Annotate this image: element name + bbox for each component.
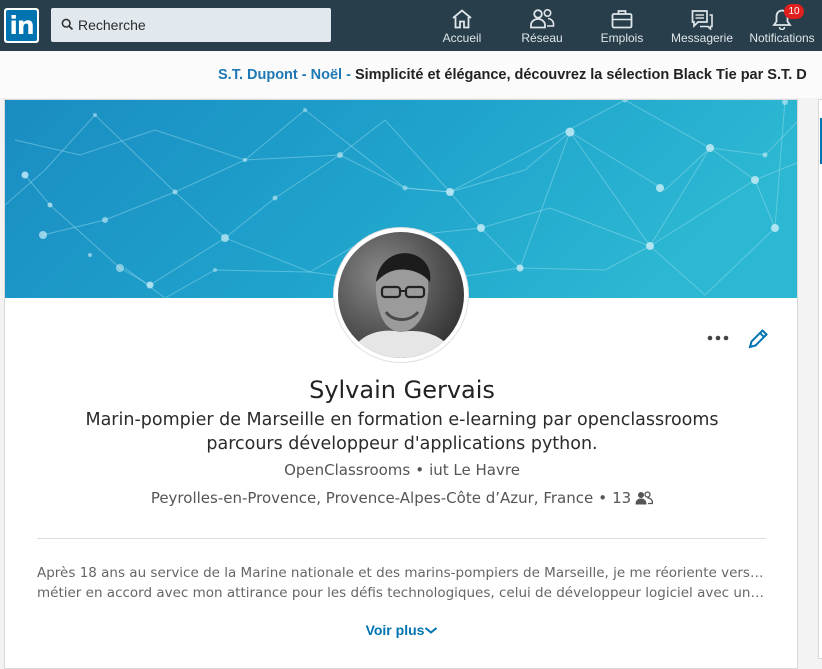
top-navbar: in Accueil Réseau Emplois Messagerie — [0, 0, 822, 51]
profile-card: Sylvain Gervais Marin-pompier de Marseil… — [4, 99, 798, 669]
nav-item-messaging[interactable]: Messagerie — [666, 0, 738, 51]
connections-icon — [635, 491, 654, 509]
nav-item-network[interactable]: Réseau — [512, 0, 572, 51]
profile-headline: Marin-pompier de Marseille en formation … — [85, 410, 719, 454]
see-more-label: Voir plus — [365, 622, 425, 638]
search-input[interactable] — [78, 8, 323, 42]
see-more-button[interactable]: Voir plus — [5, 622, 797, 638]
notification-count-badge: 10 — [784, 4, 804, 19]
nav-label-home: Accueil — [442, 31, 482, 45]
nav-item-jobs[interactable]: Emplois — [592, 0, 652, 51]
profile-affiliations: OpenClassrooms • iut Le Havre — [5, 461, 797, 479]
school-link[interactable]: iut Le Havre — [429, 461, 520, 479]
nav-item-home[interactable]: Accueil — [432, 0, 492, 51]
summary-line: Après 18 ans au service de la Marine nat… — [37, 565, 766, 581]
nav-item-notifications[interactable]: 10 Notifications — [744, 0, 820, 51]
profile-summary: Après 18 ans au service de la Marine nat… — [37, 563, 766, 603]
logo-text: in — [6, 10, 37, 41]
more-actions-button[interactable] — [705, 330, 731, 346]
nav-label-notifications: Notifications — [749, 31, 815, 45]
profile-location: Peyrolles-en-Provence, Provence-Alpes-Cô… — [150, 489, 594, 507]
sponsored-banner: S.T. Dupont - Noël - Simplicité et éléga… — [0, 51, 822, 98]
search-box[interactable] — [51, 8, 331, 42]
linkedin-logo[interactable]: in — [4, 8, 39, 43]
avatar — [338, 232, 464, 358]
ellipsis-icon — [707, 335, 729, 341]
nav-label-jobs: Emplois — [600, 31, 644, 45]
right-rail-card — [818, 99, 822, 659]
search-icon — [61, 18, 74, 36]
profile-location-row: Peyrolles-en-Provence, Provence-Alpes-Cô… — [5, 489, 797, 509]
nav-label-messaging: Messagerie — [670, 31, 734, 45]
profile-photo[interactable] — [334, 228, 468, 362]
connections-count[interactable]: 13 — [612, 489, 631, 507]
pencil-icon — [748, 329, 768, 349]
separator-dot: • — [598, 489, 608, 507]
sponsored-banner-link[interactable]: S.T. Dupont - Noël - Simplicité et éléga… — [218, 67, 807, 83]
nav-label-network: Réseau — [521, 31, 563, 45]
ad-message[interactable]: Simplicité et élégance, découvrez la sél… — [355, 67, 807, 83]
connections-link[interactable]: 13 — [612, 489, 654, 509]
ad-brand[interactable]: S.T. Dupont - Noël - — [218, 67, 355, 83]
company-link[interactable]: OpenClassrooms — [284, 461, 410, 479]
profile-name: Sylvain Gervais — [309, 376, 495, 404]
edit-profile-button[interactable] — [746, 327, 770, 351]
separator-dot: • — [415, 461, 425, 479]
section-divider — [37, 538, 766, 539]
summary-line: métier en accord avec mon attirance pour… — [37, 585, 766, 601]
chevron-down-icon — [424, 622, 438, 638]
